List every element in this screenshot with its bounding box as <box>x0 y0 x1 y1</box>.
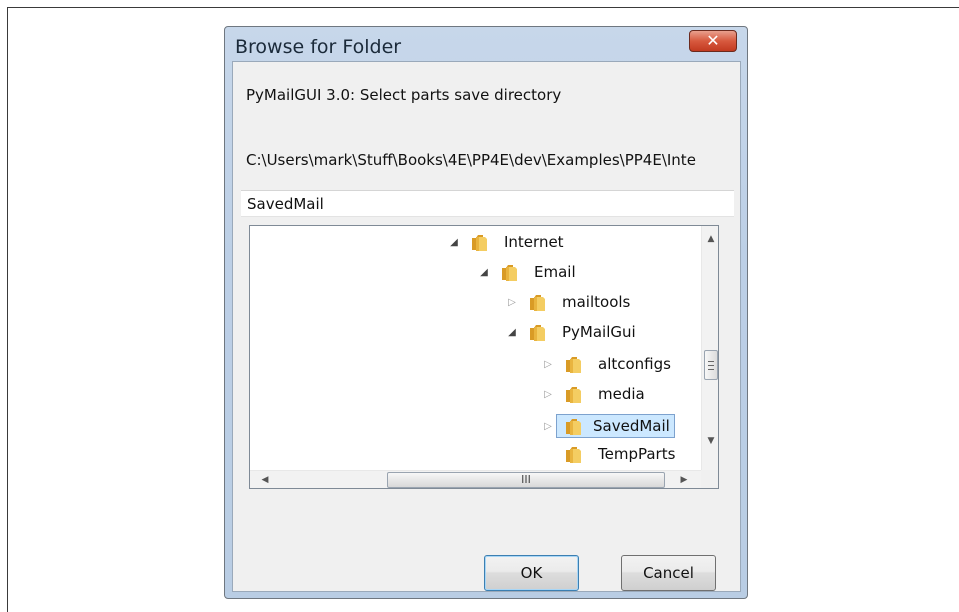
vertical-scrollbar[interactable]: ▲ ▼ <box>701 226 718 470</box>
tree-item-label: altconfigs <box>598 355 671 373</box>
tree-item-label: media <box>598 385 645 403</box>
selected-path: C:\Users\mark\Stuff\Books\4E\PP4E\dev\Ex… <box>246 151 696 169</box>
scrollbar-corner <box>701 470 718 488</box>
folder-tree[interactable]: ◢ Internet ◢ Email ▷ mailtools ◢ PyMailG… <box>249 225 719 489</box>
triangle-right-icon[interactable]: ▷ <box>540 421 556 432</box>
scroll-left-icon[interactable]: ◀ <box>256 471 274 488</box>
triangle-down-icon[interactable]: ◢ <box>476 267 492 278</box>
triangle-down-icon[interactable]: ◢ <box>504 327 520 338</box>
tree-item-pymailgui[interactable]: ◢ PyMailGui <box>504 318 640 346</box>
browse-for-folder-dialog: Browse for Folder ✕ PyMailGUI 3.0: Selec… <box>224 26 748 599</box>
tree-item-email[interactable]: ◢ Email <box>476 258 580 286</box>
folder-icon <box>530 295 545 311</box>
folder-icon <box>566 419 581 435</box>
ok-button[interactable]: OK <box>484 555 579 591</box>
triangle-down-icon[interactable]: ◢ <box>446 237 462 248</box>
close-button[interactable]: ✕ <box>689 30 737 52</box>
folder-icon <box>566 447 581 463</box>
triangle-right-icon[interactable]: ▷ <box>504 297 520 308</box>
grip-icon <box>708 361 714 370</box>
scroll-down-icon[interactable]: ▼ <box>702 432 718 450</box>
folder-icon <box>566 357 581 373</box>
triangle-right-icon[interactable]: ▷ <box>540 359 556 370</box>
tree-item-savedmail[interactable]: ▷ SavedMail <box>540 412 675 440</box>
folder-icon <box>566 387 581 403</box>
tree-item-label: Email <box>534 263 576 281</box>
tree-item-media[interactable]: ▷ media <box>540 380 649 408</box>
dialog-title: Browse for Folder <box>235 36 402 58</box>
tree-item-label: mailtools <box>562 293 631 311</box>
horizontal-scrollbar[interactable]: ◀ III ▶ <box>250 470 701 488</box>
close-icon: ✕ <box>706 31 720 50</box>
dialog-client-area: PyMailGUI 3.0: Select parts save directo… <box>232 61 741 592</box>
cancel-button[interactable]: Cancel <box>621 555 716 591</box>
tree-item-label: TempParts <box>598 445 676 463</box>
tree-item-tempparts[interactable]: TempParts <box>540 440 679 468</box>
tree-item-altconfigs[interactable]: ▷ altconfigs <box>540 350 675 378</box>
tree-item-mailtools[interactable]: ▷ mailtools <box>504 288 634 316</box>
scroll-up-icon[interactable]: ▲ <box>702 230 718 248</box>
triangle-right-icon[interactable]: ▷ <box>540 389 556 400</box>
scroll-right-icon[interactable]: ▶ <box>675 471 693 488</box>
tree-item-internet[interactable]: ◢ Internet <box>446 228 568 256</box>
dialog-caption: PyMailGUI 3.0: Select parts save directo… <box>246 86 562 104</box>
tree-item-label: PyMailGui <box>562 323 636 341</box>
folder-icon <box>502 265 517 281</box>
folder-icon <box>530 325 545 341</box>
folder-name-input[interactable] <box>241 191 734 217</box>
horizontal-scroll-thumb[interactable]: III <box>387 472 665 488</box>
vertical-scroll-thumb[interactable] <box>704 350 718 380</box>
folder-icon <box>472 235 487 251</box>
tree-item-label: Internet <box>504 233 564 251</box>
